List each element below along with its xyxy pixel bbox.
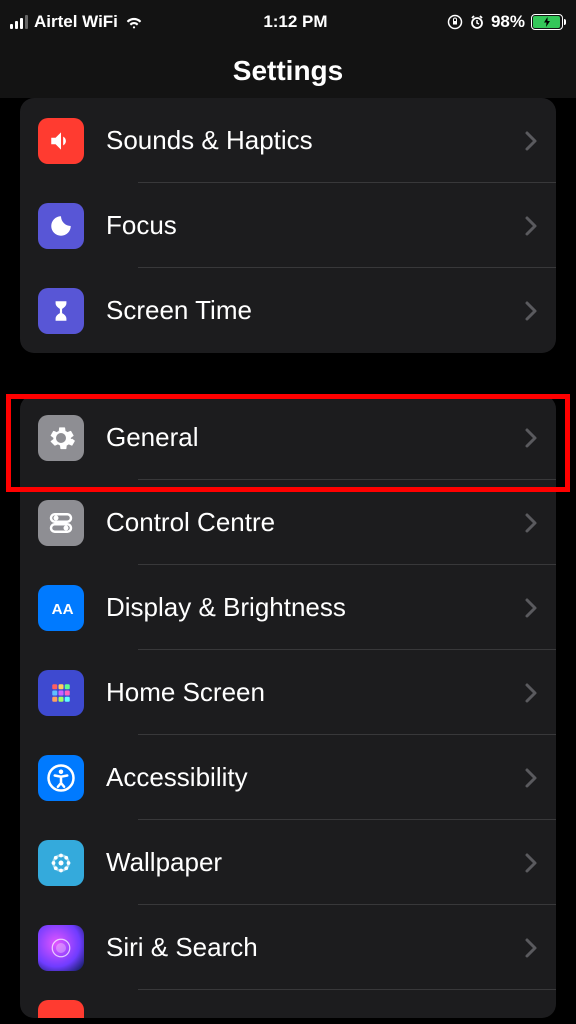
carrier-label: Airtel WiFi — [34, 12, 118, 32]
alarm-icon — [469, 14, 485, 30]
row-label: Wallpaper — [106, 847, 524, 878]
row-label: Home Screen — [106, 677, 524, 708]
home-screen-icon — [38, 670, 84, 716]
row-general[interactable]: General — [20, 395, 556, 480]
chevron-right-icon — [524, 937, 538, 959]
chevron-right-icon — [524, 300, 538, 322]
row-label: Focus — [106, 210, 524, 241]
row-siri-search[interactable]: Siri & Search — [20, 905, 556, 990]
row-control-centre[interactable]: Control Centre — [20, 480, 556, 565]
screen-time-icon — [38, 288, 84, 334]
chevron-right-icon — [524, 427, 538, 449]
chevron-right-icon — [524, 512, 538, 534]
row-display-brightness[interactable]: AA Display & Brightness — [20, 565, 556, 650]
header: Settings — [0, 44, 576, 98]
row-label: Sounds & Haptics — [106, 125, 524, 156]
wallpaper-icon — [38, 840, 84, 886]
chevron-right-icon — [524, 852, 538, 874]
chevron-right-icon — [524, 682, 538, 704]
time-label: 1:12 PM — [263, 12, 327, 32]
chevron-right-icon — [524, 215, 538, 237]
focus-icon — [38, 203, 84, 249]
row-home-screen[interactable]: Home Screen — [20, 650, 556, 735]
status-right: 98% — [447, 12, 566, 32]
partial-icon — [38, 1000, 84, 1018]
control-centre-icon — [38, 500, 84, 546]
row-focus[interactable]: Focus — [20, 183, 556, 268]
chevron-right-icon — [524, 597, 538, 619]
battery-icon — [531, 14, 566, 30]
battery-percent: 98% — [491, 12, 525, 32]
accessibility-icon — [38, 755, 84, 801]
siri-icon — [38, 925, 84, 971]
row-label: Display & Brightness — [106, 592, 524, 623]
row-sounds-haptics[interactable]: Sounds & Haptics — [20, 98, 556, 183]
orientation-lock-icon — [447, 14, 463, 30]
row-label: Control Centre — [106, 507, 524, 538]
row-label: Accessibility — [106, 762, 524, 793]
display-brightness-icon: AA — [38, 585, 84, 631]
row-partial[interactable] — [20, 990, 556, 1018]
row-wallpaper[interactable]: Wallpaper — [20, 820, 556, 905]
status-left: Airtel WiFi — [10, 12, 144, 32]
chevron-right-icon — [524, 767, 538, 789]
general-icon — [38, 415, 84, 461]
row-label: Siri & Search — [106, 932, 524, 963]
signal-icon — [10, 15, 28, 29]
chevron-right-icon — [524, 130, 538, 152]
row-label: General — [106, 422, 524, 453]
settings-group-2: General Control Centre AA — [20, 395, 556, 1018]
status-bar: Airtel WiFi 1:12 PM 98% — [0, 0, 576, 44]
row-label: Screen Time — [106, 295, 524, 326]
settings-group-1: Sounds & Haptics Focus Screen Time — [20, 98, 556, 353]
svg-text:AA: AA — [52, 600, 74, 617]
row-accessibility[interactable]: Accessibility — [20, 735, 556, 820]
wifi-icon — [124, 15, 144, 29]
sounds-icon — [38, 118, 84, 164]
row-screen-time[interactable]: Screen Time — [20, 268, 556, 353]
page-title: Settings — [233, 55, 343, 87]
